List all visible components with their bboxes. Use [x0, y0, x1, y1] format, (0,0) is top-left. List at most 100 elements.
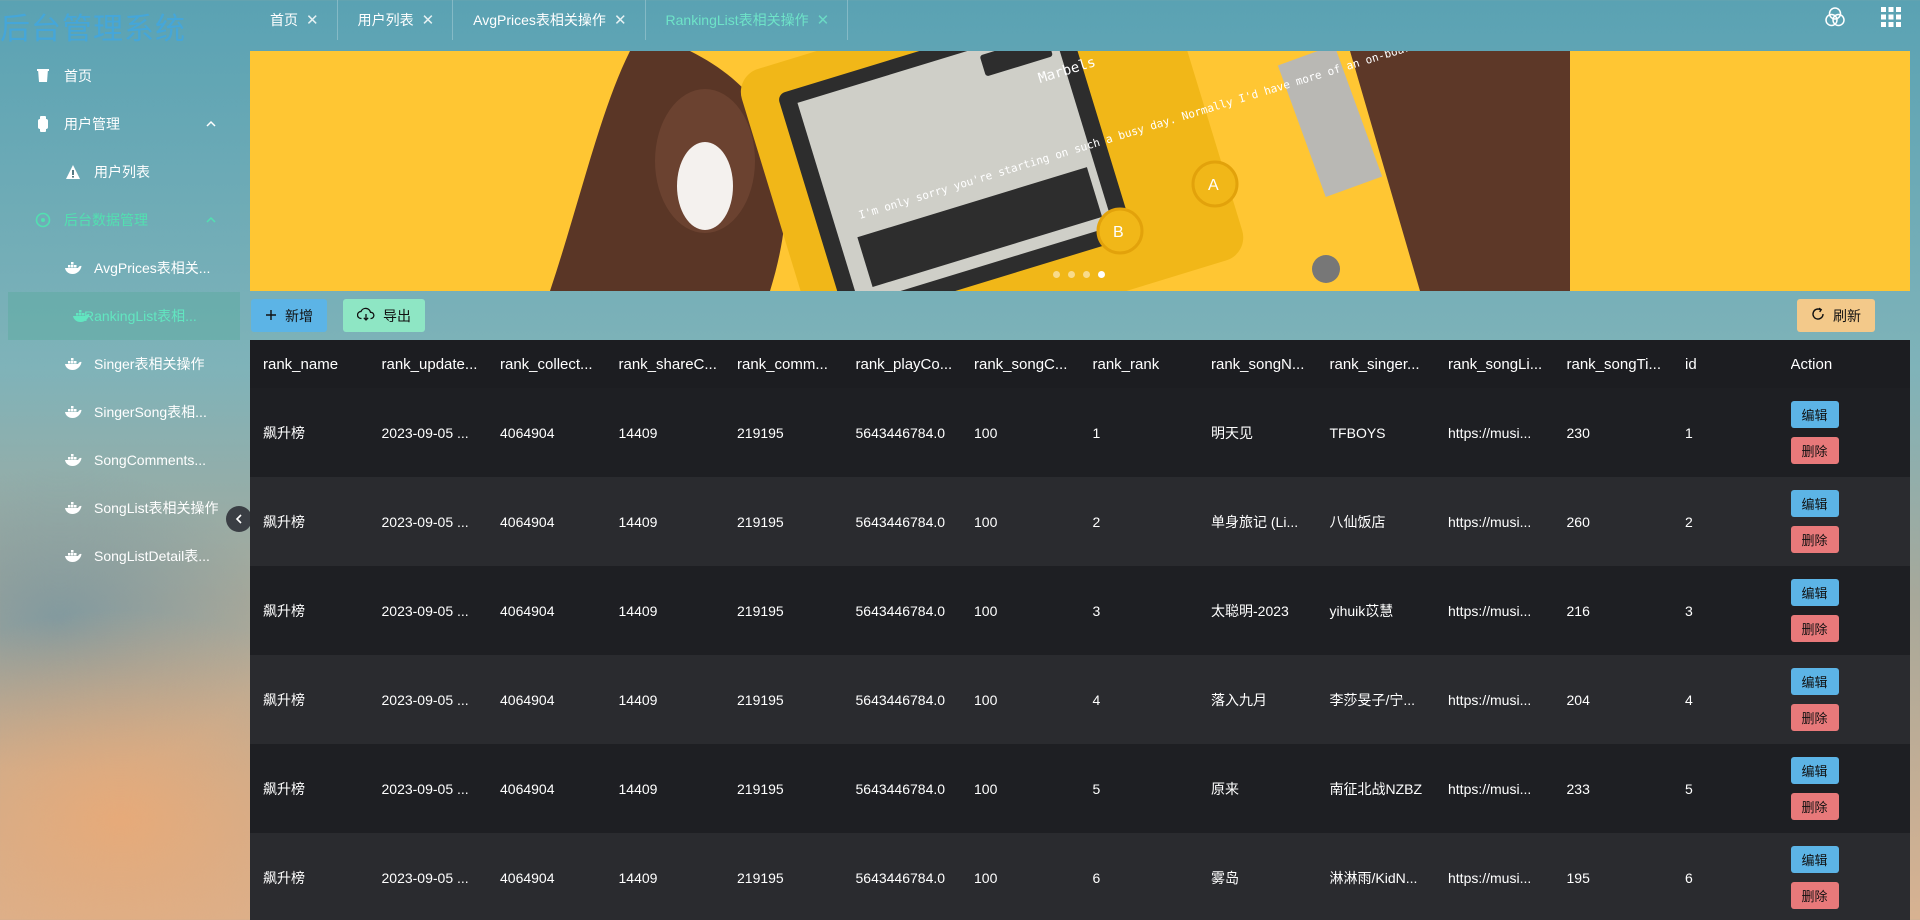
sidebar-item-label: 用户列表: [94, 164, 150, 180]
table-cell: 100: [974, 869, 998, 886]
table-cell: 2: [1092, 513, 1101, 530]
table-cell: 219195: [737, 780, 784, 797]
close-icon[interactable]: ✕: [614, 11, 627, 29]
table-row: 飙升榜 2023-09-05 ... 4064904 14409 219195 56434…: [250, 477, 1910, 566]
table-cell: 5643446784.0: [855, 602, 946, 619]
sidebar-item-avgprices[interactable]: AvgPrices表相关...: [0, 244, 240, 292]
ranking-table: rank_name rank_update... rank_collect... ra…: [250, 340, 1910, 920]
table-cell: 100: [974, 602, 998, 619]
table-cell: 2: [1685, 513, 1693, 530]
theme-icon[interactable]: [1824, 6, 1846, 31]
sidebar-item-singersong[interactable]: SingerSong表相...: [0, 388, 240, 436]
edit-button[interactable]: 编辑: [1790, 401, 1839, 428]
column-header: rank_rank: [1092, 355, 1160, 373]
table-cell: https://musi...: [1448, 780, 1532, 797]
column-header: id: [1685, 355, 1697, 373]
tab-user-list[interactable]: 用户列表 ✕: [338, 0, 454, 40]
table-cell: https://musi...: [1448, 602, 1532, 619]
tab-avgprices[interactable]: AvgPrices表相关操作 ✕: [453, 0, 646, 40]
table-cell: 3: [1092, 602, 1101, 619]
edit-button[interactable]: 编辑: [1790, 490, 1839, 517]
docker-icon: [64, 499, 82, 517]
sidebar-item-label: RankingList表相...: [84, 308, 197, 324]
delete-button[interactable]: 删除: [1790, 882, 1839, 909]
sidebar-item-user-list[interactable]: 用户列表: [0, 148, 240, 196]
sidebar-item-user-management[interactable]: 用户管理: [0, 100, 240, 148]
delete-button[interactable]: 删除: [1790, 704, 1839, 731]
sidebar-menu: 首页 用户管理 用户列表 后台数据管理 AvgPrices表相关... Rank…: [0, 52, 240, 580]
close-icon[interactable]: ✕: [817, 11, 830, 29]
table-cell: 2023-09-05 ...: [381, 691, 469, 708]
delete-button[interactable]: 删除: [1790, 437, 1839, 464]
edit-button[interactable]: 编辑: [1790, 579, 1839, 606]
carousel-dot[interactable]: [1053, 271, 1060, 278]
tab-bar: 首页 ✕ 用户列表 ✕ AvgPrices表相关操作 ✕ RankingList…: [250, 0, 849, 40]
sidebar-item-label: 首页: [64, 68, 92, 84]
close-icon[interactable]: ✕: [422, 11, 435, 29]
refresh-button-label: 刷新: [1833, 307, 1861, 324]
table-cell: 14409: [618, 513, 658, 530]
table-cell: 4: [1092, 691, 1101, 708]
sidebar-item-label: SongList表相关操作: [94, 500, 219, 516]
delete-button[interactable]: 删除: [1790, 526, 1839, 553]
edit-button[interactable]: 编辑: [1790, 846, 1839, 873]
carousel-dot[interactable]: [1068, 271, 1075, 278]
table-body: 飙升榜 2023-09-05 ... 4064904 14409 219195 56434…: [250, 388, 1910, 920]
table-cell: 4064904: [500, 691, 555, 708]
sidebar-item-songlist[interactable]: SongList表相关操作: [0, 484, 240, 532]
table-cell: 1: [1092, 424, 1101, 441]
sidebar-item-songlistdetail[interactable]: SongListDetail表...: [0, 532, 240, 580]
sidebar-item-singer[interactable]: Singer表相关操作: [0, 340, 240, 388]
table-cell: 219195: [737, 869, 784, 886]
table-cell: 飙升榜: [263, 424, 305, 441]
carousel-dot-active[interactable]: [1098, 271, 1105, 278]
sidebar-item-label: SongListDetail表...: [94, 548, 210, 564]
table-row: 飙升榜 2023-09-05 ... 4064904 14409 219195 56434…: [250, 833, 1910, 920]
table-cell: 八仙饭店: [1329, 513, 1386, 530]
table-cell: 4064904: [500, 424, 555, 441]
sidebar-collapse-button[interactable]: [226, 506, 252, 532]
table-cell: 216: [1566, 602, 1590, 619]
close-icon[interactable]: ✕: [306, 11, 319, 29]
tab-home[interactable]: 首页 ✕: [250, 0, 338, 40]
table-row: 飙升榜 2023-09-05 ... 4064904 14409 219195 56434…: [250, 388, 1910, 477]
tab-label: 首页: [270, 12, 298, 28]
table-cell: 5643446784.0: [855, 513, 946, 530]
add-button[interactable]: 新增: [251, 299, 327, 332]
tab-rankinglist[interactable]: RankingList表相关操作 ✕: [646, 0, 849, 40]
export-button[interactable]: 导出: [343, 299, 425, 332]
carousel-banner[interactable]: Marbels I'm only sorry you're starting o…: [250, 51, 1910, 291]
sidebar-item-data-management[interactable]: 后台数据管理: [0, 196, 240, 244]
edit-button[interactable]: 编辑: [1790, 757, 1839, 784]
table-cell: 195: [1566, 869, 1590, 886]
action-buttons: 编辑 删除: [1790, 401, 1895, 464]
table-cell: 2023-09-05 ...: [381, 513, 469, 530]
sidebar-item-home[interactable]: 首页: [0, 52, 240, 100]
delete-button[interactable]: 删除: [1790, 793, 1839, 820]
table-cell: 219195: [737, 691, 784, 708]
table-cell: https://musi...: [1448, 513, 1532, 530]
sidebar-item-rankinglist[interactable]: RankingList表相...: [8, 292, 240, 340]
sidebar-item-label: AvgPrices表相关...: [94, 260, 211, 276]
sidebar-item-label: SongComments...: [94, 452, 207, 468]
table-cell: 2023-09-05 ...: [381, 780, 469, 797]
edit-button[interactable]: 编辑: [1790, 668, 1839, 695]
plus-icon: [265, 308, 277, 324]
table-row: 飙升榜 2023-09-05 ... 4064904 14409 219195 56434…: [250, 655, 1910, 744]
table-cell: 100: [974, 424, 998, 441]
docker-icon: [64, 547, 82, 565]
action-buttons: 编辑 删除: [1790, 490, 1895, 553]
table-cell: https://musi...: [1448, 424, 1532, 441]
table-cell: 4064904: [500, 780, 555, 797]
table-header: rank_name rank_update... rank_collect... ra…: [250, 340, 1910, 388]
table-cell: 飙升榜: [263, 869, 305, 886]
carousel-dot[interactable]: [1083, 271, 1090, 278]
delete-button[interactable]: 删除: [1790, 615, 1839, 642]
sidebar-item-songcomments[interactable]: SongComments...: [0, 436, 240, 484]
sidebar-item-label: 后台数据管理: [64, 212, 148, 228]
table-cell: 233: [1566, 780, 1590, 797]
grid-icon[interactable]: [1880, 6, 1902, 31]
refresh-button[interactable]: 刷新: [1797, 299, 1875, 332]
table-cell: 4064904: [500, 869, 555, 886]
action-buttons: 编辑 删除: [1790, 579, 1895, 642]
